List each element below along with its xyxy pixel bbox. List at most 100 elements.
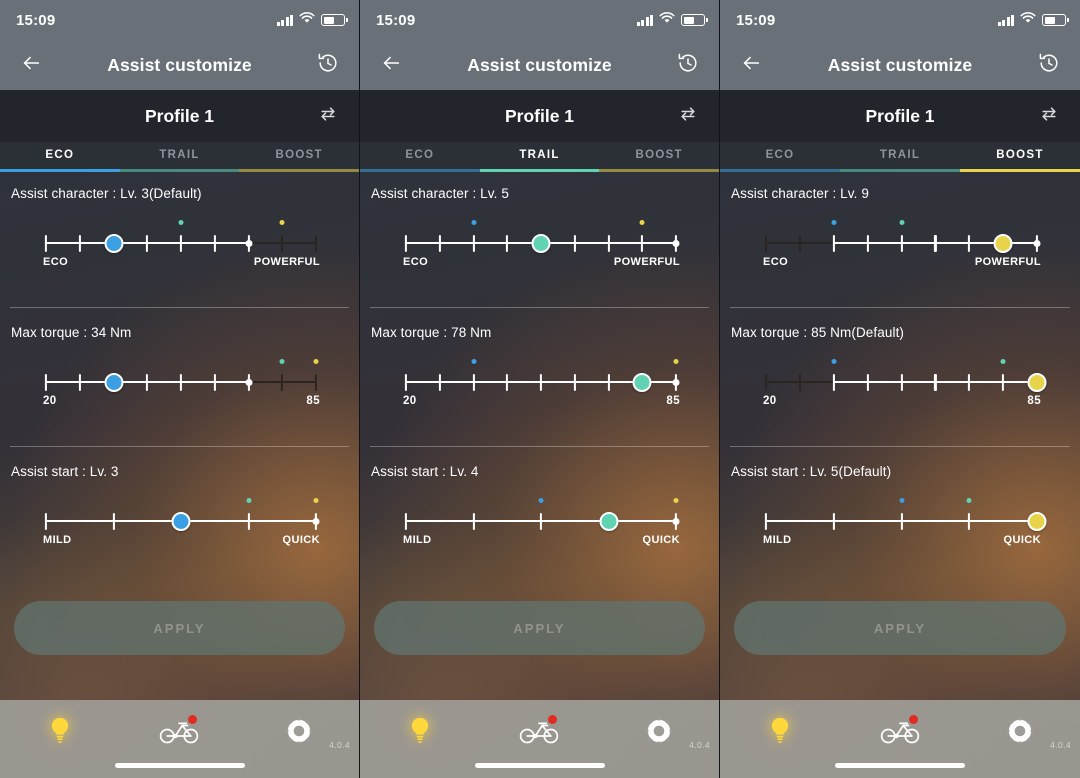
profile-swap-button[interactable] xyxy=(1032,99,1066,133)
back-button[interactable] xyxy=(374,48,408,82)
slider-tick xyxy=(900,234,903,252)
app-header: Assist customize xyxy=(360,40,719,90)
app-version: 4.0.4 xyxy=(1050,740,1071,750)
slider-tick xyxy=(968,234,971,252)
reset-button[interactable] xyxy=(311,48,345,82)
setting-slider[interactable]: MILD QUICK xyxy=(403,487,680,565)
apply-button[interactable]: APPLY xyxy=(734,601,1066,655)
nav-item-light-bulb[interactable] xyxy=(28,711,92,755)
slider-handle[interactable] xyxy=(993,233,1013,253)
back-arrow-icon xyxy=(740,52,762,79)
tab-eco[interactable]: ECO xyxy=(0,142,120,169)
tab-trail[interactable]: TRAIL xyxy=(480,142,600,169)
profile-swap-button[interactable] xyxy=(311,99,345,133)
app-version: 4.0.4 xyxy=(689,740,710,750)
slider-handle[interactable] xyxy=(632,372,652,392)
slider-tick xyxy=(146,234,149,252)
slider-handle[interactable] xyxy=(1027,372,1047,392)
profile-bar: Profile 1 xyxy=(360,90,719,142)
bottom-navigation: 4.0.4 xyxy=(720,700,1080,778)
page-title: Assist customize xyxy=(827,54,973,75)
tab-eco[interactable]: ECO xyxy=(360,142,480,169)
nav-item-gear[interactable] xyxy=(988,711,1052,755)
setting-slider[interactable]: 20 85 xyxy=(403,348,680,426)
tab-trail[interactable]: TRAIL xyxy=(120,142,240,169)
setting-section: Assist start : Lv. 3 MILD QUICK xyxy=(10,446,349,565)
slider-track[interactable] xyxy=(764,231,1041,255)
slider-tick xyxy=(112,512,115,530)
slider-tick xyxy=(832,234,835,252)
setting-slider[interactable]: 20 85 xyxy=(43,348,320,426)
gear-icon xyxy=(285,716,314,750)
profile-swap-button[interactable] xyxy=(671,99,705,133)
nav-item-light-bulb[interactable] xyxy=(748,711,812,755)
slider-handle[interactable] xyxy=(1027,511,1047,531)
slider-track[interactable] xyxy=(44,231,318,255)
slider-track[interactable] xyxy=(764,370,1047,394)
setting-slider[interactable]: MILD QUICK xyxy=(763,487,1047,565)
slider-tick xyxy=(179,373,183,391)
profile-bar: Profile 1 xyxy=(0,90,359,142)
tab-boost[interactable]: BOOST xyxy=(239,142,359,169)
slider-max-label: QUICK xyxy=(642,534,680,546)
slider-min-label: MILD xyxy=(403,534,432,546)
home-indicator[interactable] xyxy=(114,763,245,768)
slider-handle[interactable] xyxy=(104,372,123,392)
slider-tick xyxy=(281,234,284,252)
tab-boost[interactable]: BOOST xyxy=(599,142,719,169)
tab-boost[interactable]: BOOST xyxy=(960,142,1080,169)
nav-item-bicycle[interactable] xyxy=(868,711,932,755)
slider-tick xyxy=(44,373,48,391)
slider-tick xyxy=(573,373,576,391)
nav-item-light-bulb[interactable] xyxy=(388,711,452,755)
reset-button[interactable] xyxy=(1032,48,1066,82)
setting-slider[interactable]: 20 85 xyxy=(763,348,1047,426)
tab-underline-eco xyxy=(720,169,840,172)
settings-list: Assist character : Lv. 3(Default) ECO POWE… xyxy=(0,169,359,565)
slider-track[interactable] xyxy=(404,370,680,394)
slider-handle[interactable] xyxy=(104,233,123,253)
setting-label: Assist start : Lv. 4 xyxy=(371,464,479,479)
slider-tick xyxy=(900,373,903,391)
setting-slider[interactable]: ECO POWERFUL xyxy=(403,209,680,287)
slider-track[interactable] xyxy=(404,509,680,533)
slider-handle[interactable] xyxy=(599,511,618,531)
nav-item-bicycle[interactable] xyxy=(507,711,571,755)
tab-eco[interactable]: ECO xyxy=(720,142,840,169)
swap-arrows-icon xyxy=(1039,104,1059,129)
slider-track[interactable] xyxy=(404,231,680,255)
page-title: Assist customize xyxy=(107,54,252,75)
slider-tick xyxy=(607,234,610,252)
tab-underline-boost xyxy=(960,169,1080,172)
slider-tick xyxy=(472,234,475,252)
profile-marker-dot xyxy=(279,359,285,364)
back-button[interactable] xyxy=(14,48,48,82)
apply-button[interactable]: APPLY xyxy=(374,601,705,655)
tab-underline-eco xyxy=(360,169,480,172)
nav-item-bicycle[interactable] xyxy=(147,711,211,755)
tab-trail[interactable]: TRAIL xyxy=(840,142,960,169)
home-indicator[interactable] xyxy=(835,763,965,768)
slider-track[interactable] xyxy=(764,509,1047,533)
status-clock: 15:09 xyxy=(16,11,56,29)
slider-tick xyxy=(404,512,408,530)
slider-markers xyxy=(406,209,676,231)
setting-label: Max torque : 34 Nm xyxy=(11,325,132,340)
settings-content: Assist character : Lv. 3(Default) ECO POWE… xyxy=(0,169,359,778)
apply-button[interactable]: APPLY xyxy=(14,601,345,655)
home-indicator[interactable] xyxy=(474,763,605,768)
slider-handle[interactable] xyxy=(171,511,191,531)
setting-slider[interactable]: ECO POWERFUL xyxy=(43,209,320,287)
setting-slider[interactable]: ECO POWERFUL xyxy=(763,209,1041,287)
back-button[interactable] xyxy=(734,48,768,82)
slider-tick xyxy=(438,373,441,391)
slider-handle[interactable] xyxy=(531,233,551,253)
nav-item-gear[interactable] xyxy=(627,711,691,755)
nav-item-gear[interactable] xyxy=(267,711,331,755)
setting-label: Assist start : Lv. 5(Default) xyxy=(731,464,892,479)
setting-slider[interactable]: MILD QUICK xyxy=(43,487,320,565)
reset-button[interactable] xyxy=(671,48,705,82)
profile-marker-dot xyxy=(1000,359,1006,364)
slider-track[interactable] xyxy=(44,509,320,533)
slider-track[interactable] xyxy=(44,370,318,394)
